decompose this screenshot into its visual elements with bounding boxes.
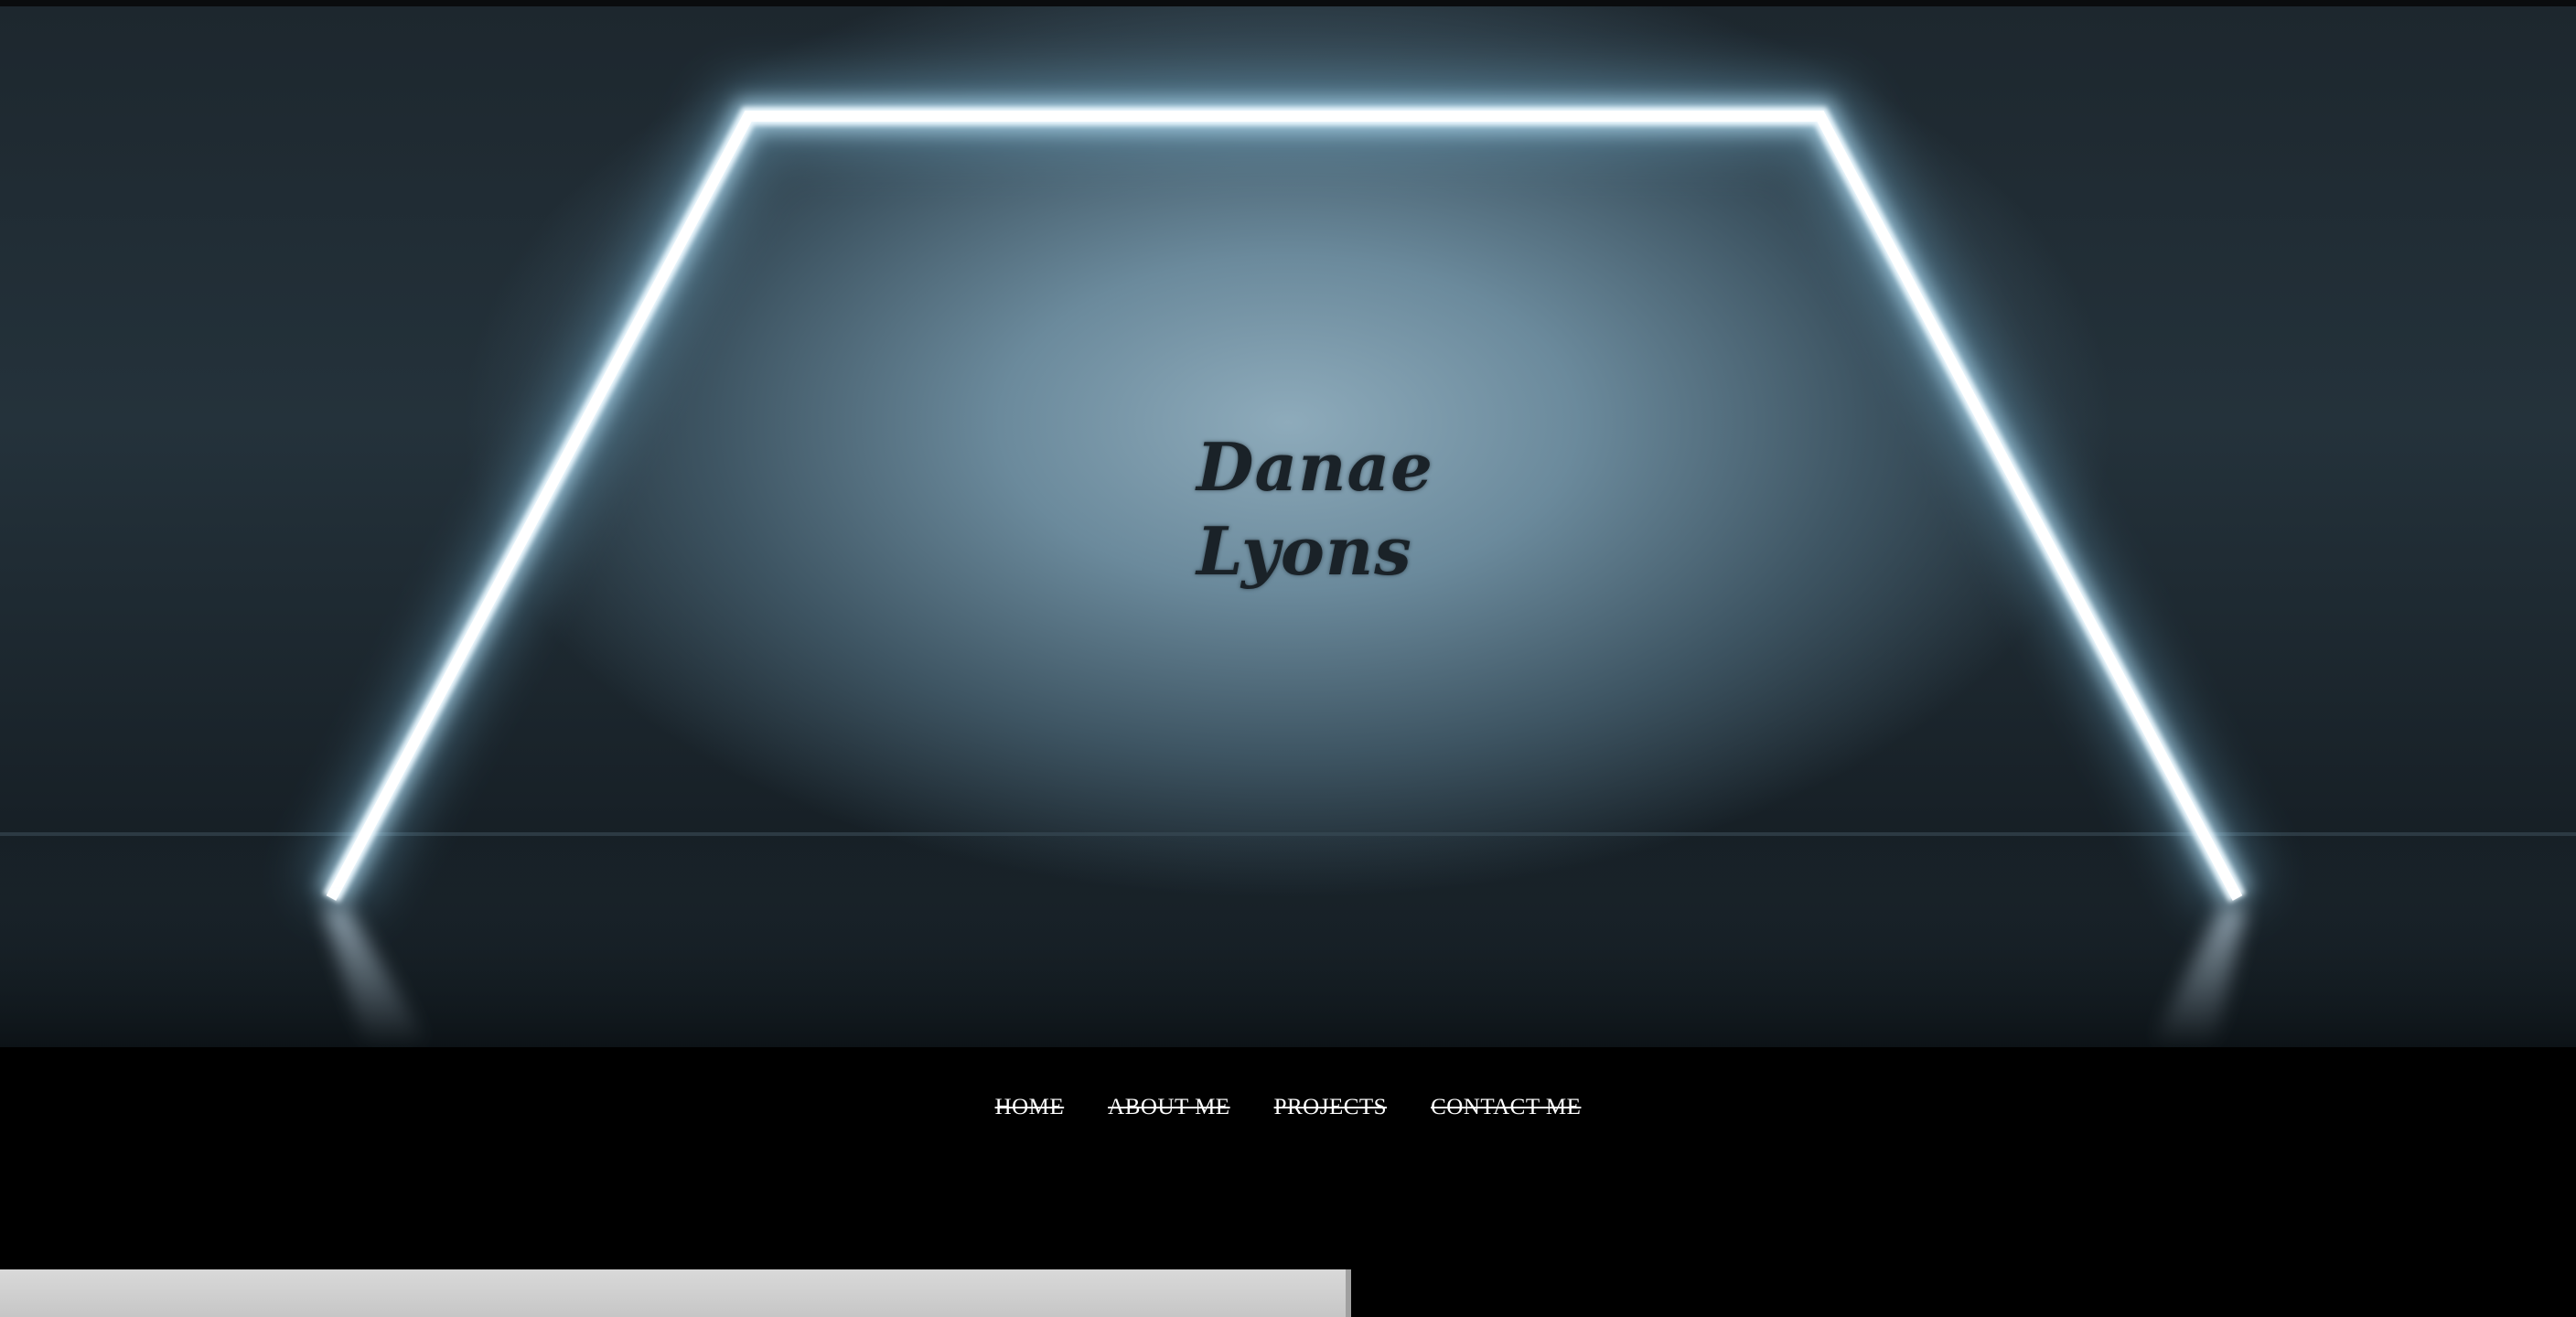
main-nav: HOME ABOUT ME PROJECTS CONTACT ME bbox=[0, 1047, 2576, 1305]
hero-banner: Danae Lyons bbox=[0, 6, 2576, 1047]
nav-contact-link[interactable]: CONTACT ME bbox=[1431, 1095, 1581, 1120]
nav-links: HOME ABOUT ME PROJECTS CONTACT ME bbox=[0, 1095, 2576, 1120]
top-strip bbox=[0, 0, 2576, 6]
logo-line-first: Danae bbox=[1197, 428, 1433, 506]
logo-line-last: Lyons bbox=[1197, 512, 1412, 590]
logo[interactable]: Danae Lyons bbox=[1197, 425, 1433, 594]
nav-home-link[interactable]: HOME bbox=[995, 1095, 1065, 1120]
content-panel-image bbox=[0, 1269, 1351, 1317]
page: Danae Lyons HOME ABOUT ME PROJECTS CONTA… bbox=[0, 0, 2576, 1317]
nav-about-link[interactable]: ABOUT ME bbox=[1108, 1095, 1229, 1120]
nav-projects-link[interactable]: PROJECTS bbox=[1274, 1095, 1387, 1120]
